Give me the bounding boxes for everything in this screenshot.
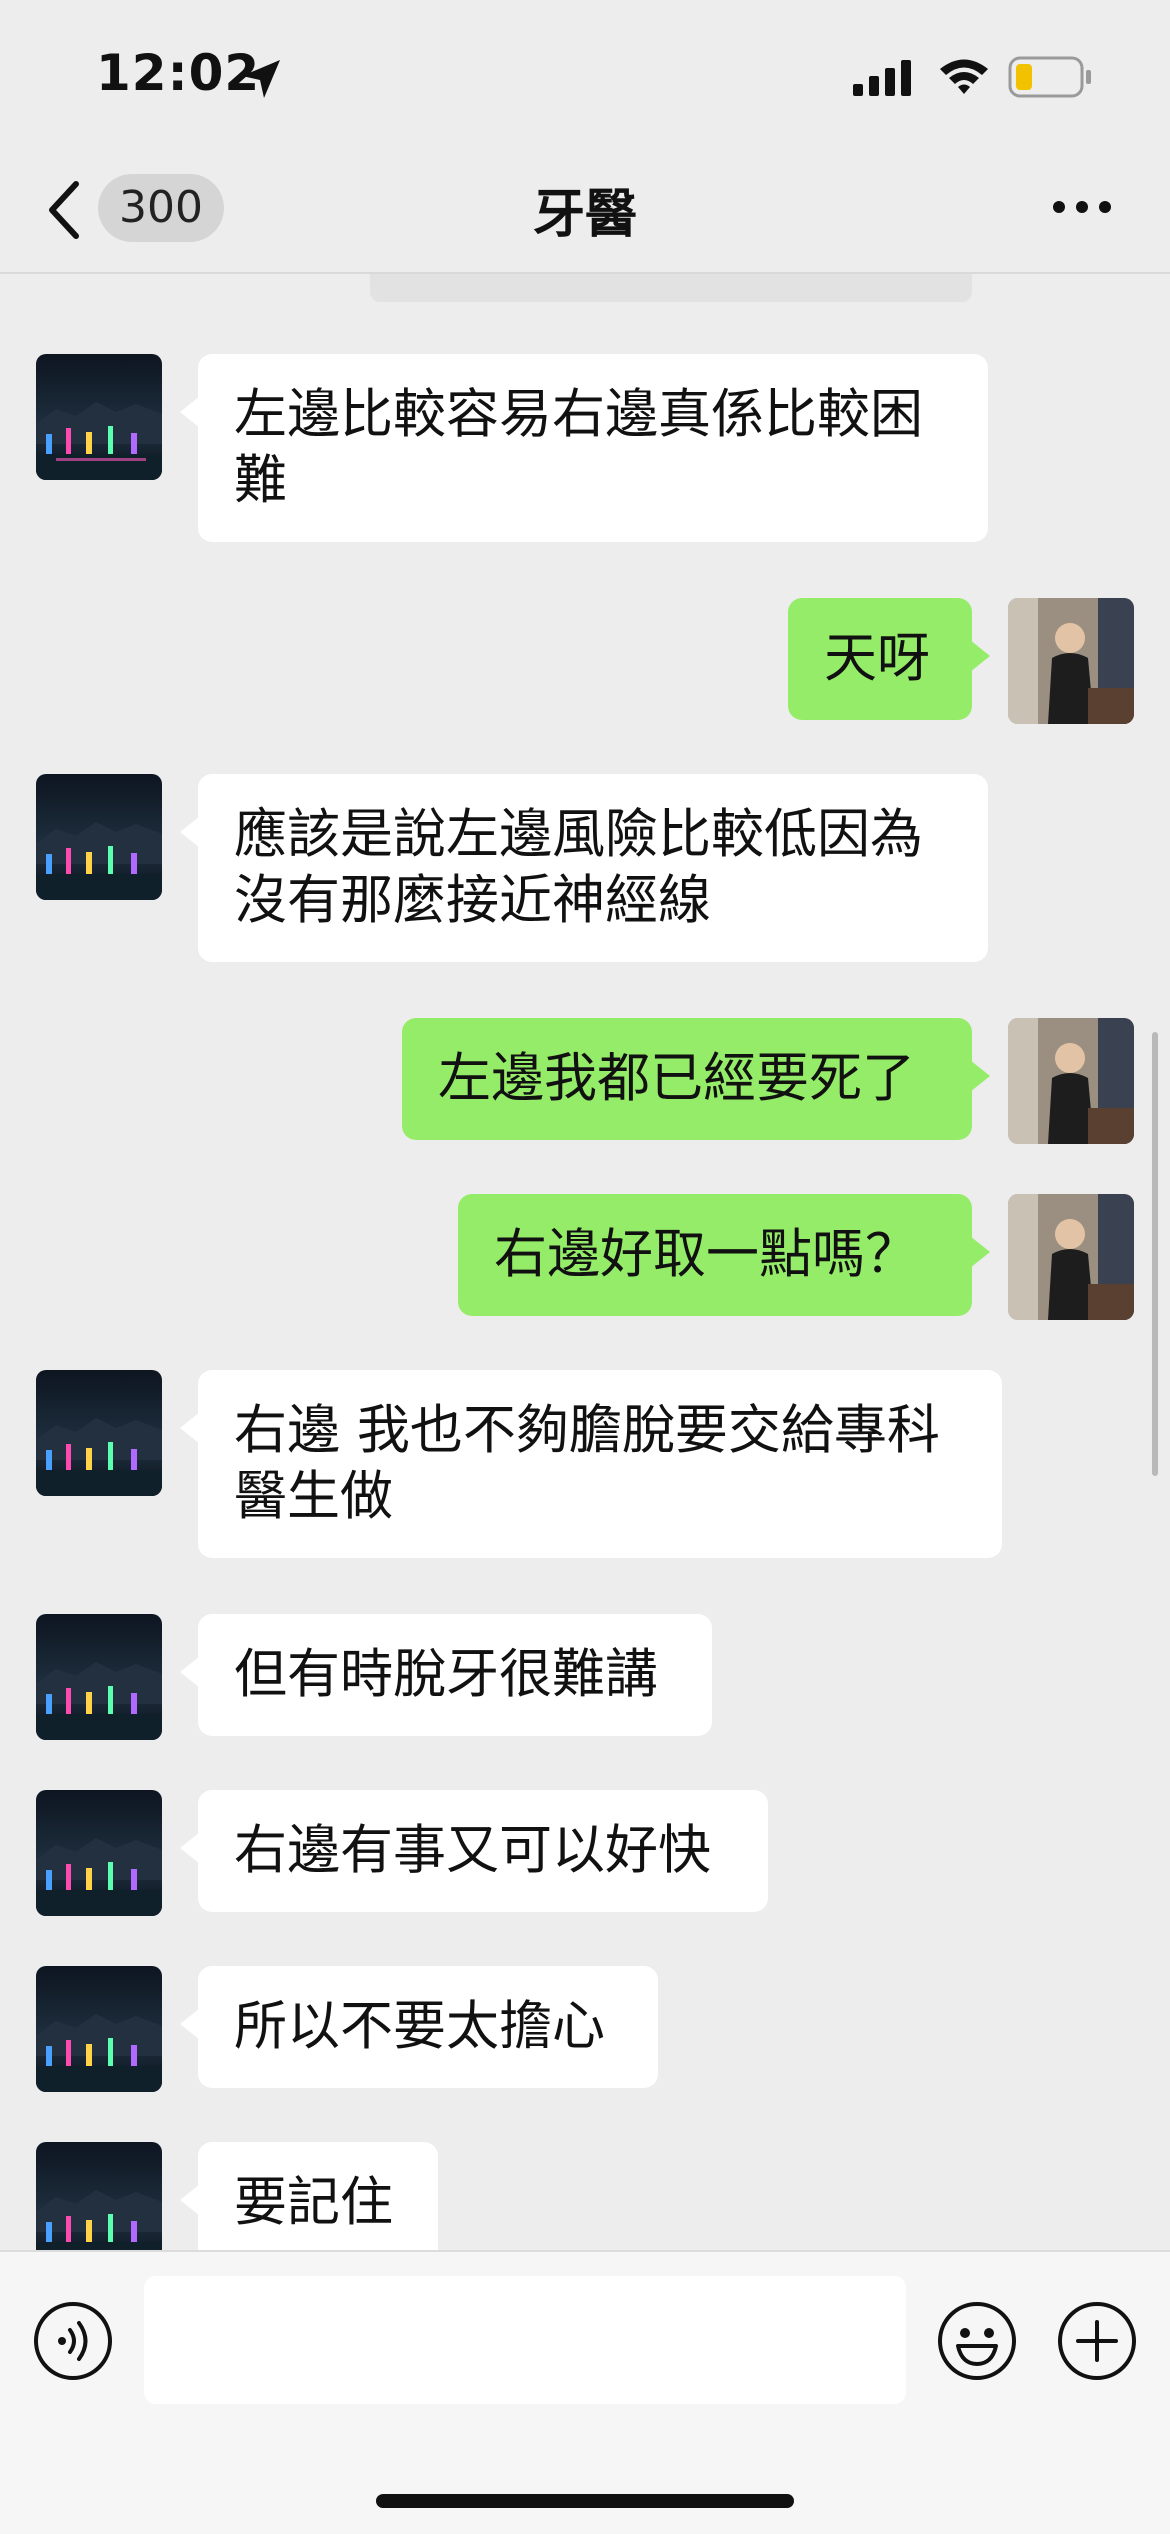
- message-input[interactable]: [144, 2276, 906, 2404]
- message-bubble[interactable]: 應該是說左邊風險比較低因為沒有那麼接近神經線: [180, 774, 988, 962]
- message-bubble[interactable]: 左邊我都已經要死了: [402, 1018, 990, 1140]
- battery-icon: [1008, 56, 1091, 98]
- user-avatar[interactable]: [1008, 1194, 1134, 1320]
- contact-avatar[interactable]: [36, 1614, 162, 1740]
- message-bubble[interactable]: 右邊有事又可以好快: [180, 1790, 768, 1912]
- contact-avatar[interactable]: [36, 774, 162, 900]
- message-list[interactable]: 左邊比較容易右邊真係比較困難 天呀 應該是說左邊風險比較低因為沒有那麼接近神經線…: [0, 274, 1170, 2250]
- message-bubble[interactable]: 要記住: [180, 2142, 438, 2250]
- message-bubble[interactable]: 右邊好取一點嗎？: [458, 1194, 990, 1316]
- location-arrow-icon: [242, 60, 280, 98]
- more-dots-icon[interactable]: [1052, 200, 1112, 214]
- contact-avatar[interactable]: [36, 1966, 162, 2092]
- system-notice: [370, 274, 972, 302]
- chat-scrollbar[interactable]: [1152, 1032, 1158, 1476]
- contact-avatar[interactable]: [36, 1790, 162, 1916]
- contact-avatar[interactable]: [36, 2142, 162, 2250]
- wifi-icon: [940, 59, 988, 94]
- status-time: 12:02: [96, 44, 261, 102]
- plus-icon[interactable]: [1056, 2300, 1138, 2382]
- message-bubble[interactable]: 但有時脫牙很難講: [180, 1614, 712, 1736]
- user-avatar[interactable]: [1008, 1018, 1134, 1144]
- chat-header: 300 牙醫: [0, 150, 1170, 274]
- input-bar: [0, 2250, 1170, 2534]
- voice-icon[interactable]: [32, 2300, 114, 2382]
- emoji-icon[interactable]: [936, 2300, 1018, 2382]
- contact-avatar[interactable]: [36, 1370, 162, 1496]
- cellular-signal-icon: [853, 60, 911, 96]
- message-bubble[interactable]: 天呀: [788, 598, 990, 720]
- chat-title: 牙醫: [532, 185, 637, 245]
- message-bubble[interactable]: 所以不要太擔心: [180, 1966, 658, 2088]
- status-bar: 12:02: [0, 0, 1170, 150]
- user-avatar[interactable]: [1008, 598, 1134, 724]
- message-bubble[interactable]: 右邊 我也不夠膽脫要交給專科醫生做: [180, 1370, 1002, 1558]
- message-bubble[interactable]: 左邊比較容易右邊真係比較困難: [180, 354, 988, 542]
- contact-avatar[interactable]: [36, 354, 162, 480]
- home-indicator: [376, 2494, 794, 2508]
